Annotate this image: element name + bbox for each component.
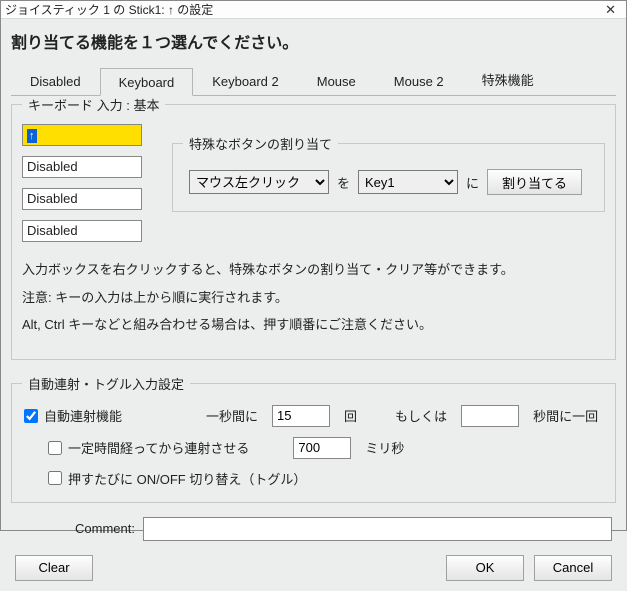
- interval-input[interactable]: [461, 405, 519, 427]
- assign-target-select[interactable]: Key1: [358, 170, 458, 194]
- autofire-checkbox-label: 自動連射機能: [44, 406, 122, 425]
- key-slot-3[interactable]: Disabled: [22, 188, 142, 210]
- interval-post: 秒間に一回: [533, 406, 598, 425]
- dialog-title: ジョイスティック 1 の Stick1: ↑ の設定: [5, 1, 213, 18]
- assign-mid-2: に: [466, 173, 479, 192]
- or-label: もしくは: [395, 406, 447, 425]
- tab-disabled[interactable]: Disabled: [11, 67, 100, 95]
- ok-button[interactable]: OK: [446, 555, 524, 581]
- autofire-legend: 自動連射・トグル入力設定: [22, 374, 190, 393]
- per-sec-input[interactable]: [272, 405, 330, 427]
- tab-mouse2[interactable]: Mouse 2: [375, 67, 463, 95]
- per-sec-pre: 一秒間に: [206, 406, 258, 425]
- assign-mid-1: を: [337, 173, 350, 192]
- tab-mouse[interactable]: Mouse: [298, 67, 375, 95]
- keyboard-basic-legend: キーボード 入力 : 基本: [22, 95, 165, 114]
- comment-input[interactable]: [143, 517, 612, 541]
- note-line-3: Alt, Ctrl キーなどと組み合わせる場合は、押す順番にご注意ください。: [22, 315, 605, 335]
- toggle-checkbox[interactable]: [48, 471, 62, 485]
- delay-post: ミリ秒: [365, 438, 404, 457]
- keyboard-basic-group: キーボード 入力 : 基本 ↑ Disabled Disabled Disabl…: [11, 95, 616, 360]
- clear-button[interactable]: Clear: [15, 555, 93, 581]
- toggle-checkbox-label: 押すたびに ON/OFF 切り替え（トグル）: [68, 469, 306, 488]
- delay-checkbox-label: 一定時間経ってから連射させる: [68, 438, 249, 457]
- tab-strip: Disabled Keyboard Keyboard 2 Mouse Mouse…: [11, 63, 616, 96]
- tab-special[interactable]: 特殊機能: [463, 63, 553, 95]
- per-sec-post: 回: [344, 406, 357, 425]
- dialog-heading: 割り当てる機能を１つ選んでください。: [11, 29, 616, 53]
- assign-button[interactable]: 割り当てる: [487, 169, 582, 195]
- delay-input[interactable]: [293, 437, 351, 459]
- key-slot-1-value: ↑: [27, 129, 37, 143]
- special-assign-group: 特殊なボタンの割り当て マウス左クリック を Key1 に 割り当てる: [172, 134, 605, 212]
- autofire-checkbox[interactable]: [24, 409, 38, 423]
- delay-checkbox-row[interactable]: 一定時間経ってから連射させる: [48, 438, 249, 457]
- comment-label: Comment:: [15, 521, 135, 536]
- special-assign-legend: 特殊なボタンの割り当て: [183, 134, 338, 153]
- assign-source-select[interactable]: マウス左クリック: [189, 170, 329, 194]
- autofire-checkbox-row[interactable]: 自動連射機能: [24, 406, 122, 425]
- note-line-2: 注意: キーの入力は上から順に実行されます。: [22, 288, 605, 308]
- autofire-group: 自動連射・トグル入力設定 自動連射機能 一秒間に 回 もしくは 秒間に一回: [11, 374, 616, 503]
- delay-checkbox[interactable]: [48, 441, 62, 455]
- key-slot-1[interactable]: ↑: [22, 124, 142, 146]
- close-icon[interactable]: ✕: [601, 2, 620, 18]
- tab-keyboard2[interactable]: Keyboard 2: [193, 67, 298, 95]
- key-slot-2[interactable]: Disabled: [22, 156, 142, 178]
- tab-keyboard[interactable]: Keyboard: [100, 68, 194, 96]
- cancel-button[interactable]: Cancel: [534, 555, 612, 581]
- toggle-checkbox-row[interactable]: 押すたびに ON/OFF 切り替え（トグル）: [48, 469, 306, 488]
- key-slot-4[interactable]: Disabled: [22, 220, 142, 242]
- note-line-1: 入力ボックスを右クリックすると、特殊なボタンの割り当て・クリア等ができます。: [22, 260, 605, 280]
